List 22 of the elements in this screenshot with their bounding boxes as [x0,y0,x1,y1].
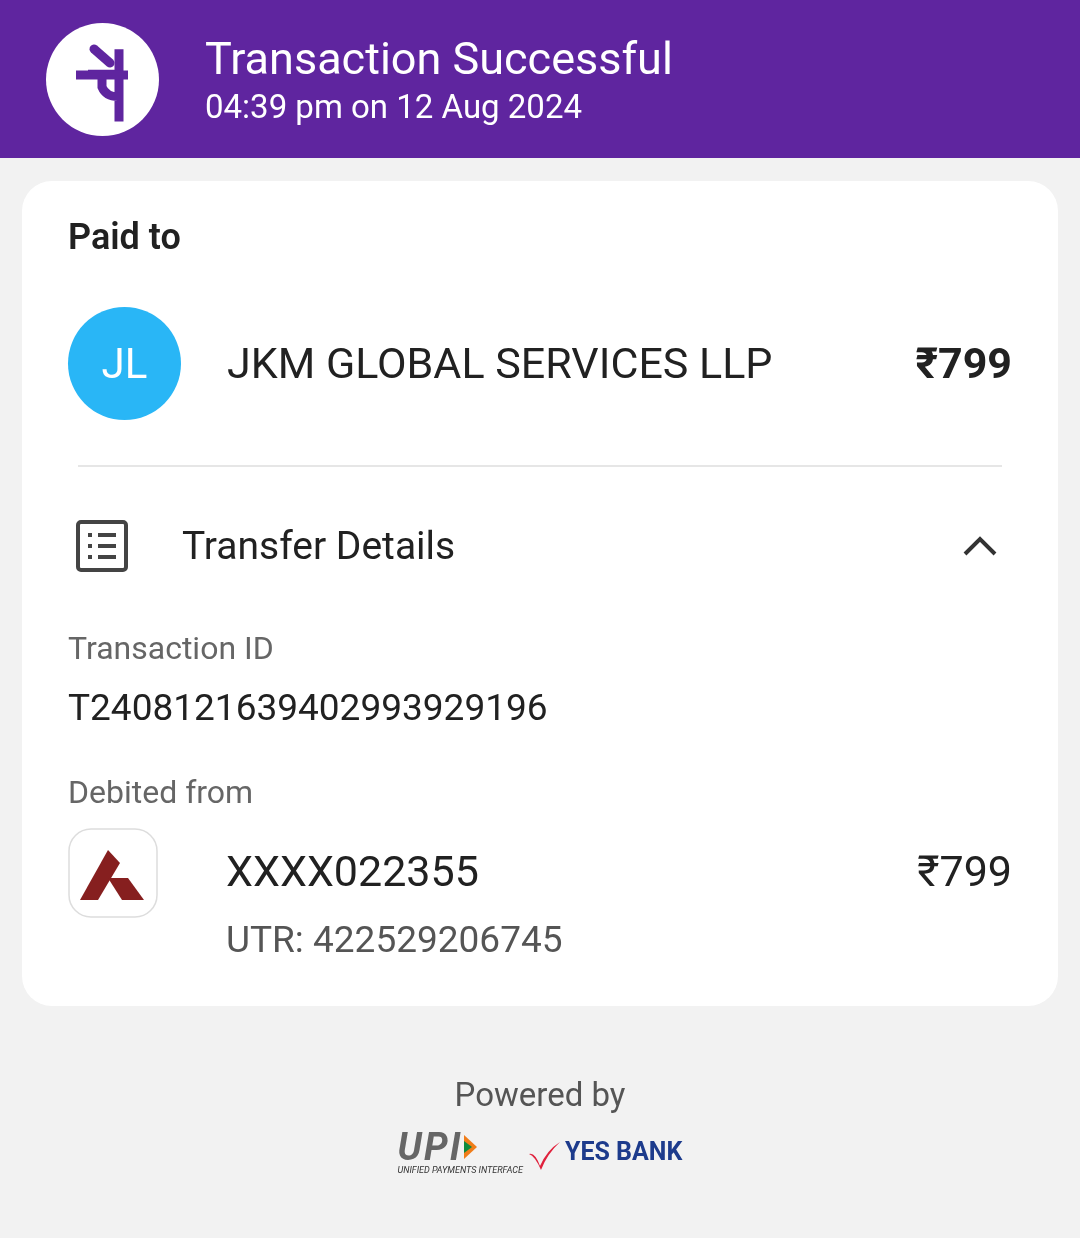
app-logo-icon [46,22,159,136]
bank-logo-text: YES BANK [564,1135,683,1168]
chevron-icon [962,535,998,558]
utr-number: UTR: 422529206745 [226,917,564,962]
bank-logo-icon [68,827,158,918]
payment-amount: ₹799 [915,337,1012,391]
powered-by-text: Powered by [454,1073,626,1116]
field-label: Transaction ID [68,627,275,668]
list-icon [76,520,128,573]
account-number: XXXX022355 [226,845,480,896]
upi-subtitle: UNIFIED PAYMENTS INTERFACE [397,1165,523,1176]
section-label: Paid to [68,215,182,259]
transfer-details-toggle[interactable]: Transfer Details [68,517,1012,576]
field-label: Debited from [68,771,255,812]
header-subtitle: 04:39 pm on 12 Aug 2024 [205,87,583,127]
payee-name: JKM GLOBAL SERVICES LLP [227,337,774,391]
debited-amount: ₹799 [917,845,1012,896]
avatar: JL [68,307,181,420]
upi-logo-text: UPI [397,1129,463,1165]
arrow-logo-icon [462,1134,479,1160]
transaction-id: T2408121639402993929196 [68,685,549,730]
header-title: Transaction Successful [205,31,673,87]
